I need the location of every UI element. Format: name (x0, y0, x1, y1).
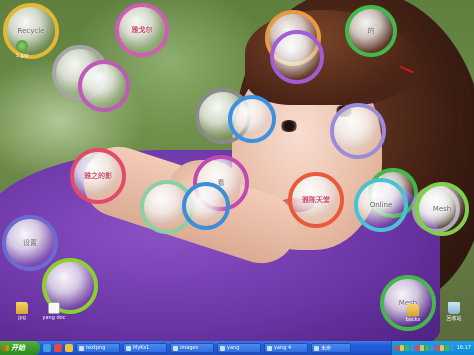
desktop-bubble-icon[interactable] (330, 103, 386, 159)
tray-app-icon[interactable] (419, 345, 424, 351)
taskbar-button[interactable]: yang (217, 343, 261, 353)
taskbar-button-label: yang (227, 345, 240, 351)
desktop-bubble-icon[interactable]: 雅戈尔 (115, 3, 169, 57)
task-list: textpng MyKs1 images yang yang 4 未命 (73, 343, 351, 353)
desktop-bubble-icon[interactable]: Online (354, 178, 408, 232)
taskbar-button[interactable]: textpng (76, 343, 120, 353)
taskbar-button[interactable]: yang 4 (264, 343, 308, 353)
desktop-bubble-icon[interactable] (78, 60, 130, 112)
desktop-shortcut[interactable]: 回收站 (436, 302, 472, 322)
desktop-bubble-icon[interactable] (182, 182, 230, 230)
taskbar-button[interactable]: MyKs1 (123, 343, 167, 353)
taskbar-button-label: images (180, 345, 199, 351)
wallpaper-eye (280, 120, 298, 132)
system-tray: 16:17 (390, 341, 474, 355)
desktop-bubble-icon[interactable]: 雅陈天堂 (288, 172, 344, 228)
desktop-icon[interactable] (65, 344, 73, 352)
taskbar-button-label: MyKs1 (133, 345, 150, 351)
doc-icon (48, 302, 60, 314)
taskbar-button[interactable]: images (170, 343, 214, 353)
desktop-bubble-icon[interactable] (270, 30, 324, 84)
recycle-icon (448, 302, 460, 314)
desktop-bubble-icon[interactable]: 雅之的影 (70, 148, 126, 204)
folder-icon (407, 304, 419, 316)
desktop-shortcut[interactable]: backs (395, 304, 431, 323)
desktop-bubble-icon[interactable]: 的 (345, 5, 397, 57)
tray-app-icon[interactable] (409, 345, 414, 351)
tray-app-icon[interactable] (449, 345, 454, 351)
tray-app-icon[interactable] (424, 345, 429, 351)
tray-app-icon[interactable] (429, 345, 434, 351)
desktop-shortcut-label: backs (405, 317, 421, 323)
desktop-bubble-icon[interactable] (228, 95, 276, 143)
window-icon (126, 345, 131, 351)
desktop-bubble-icon[interactable]: 设置 (2, 215, 58, 271)
taskbar: 开始 textpng MyKs1 images yang yang 4 未命 16:17 (0, 341, 474, 355)
desktop-shortcut[interactable]: yang doc (36, 302, 72, 321)
tray-icons (394, 345, 454, 351)
windows-logo-icon (3, 345, 9, 351)
window-icon (267, 345, 272, 351)
desktop-shortcut-label: 回收站 (446, 316, 462, 322)
desktop-shortcut-label: yang doc (42, 315, 66, 321)
desktop[interactable]: Recycle 雅戈尔的雅之的影看雅陈天堂 Online Mesh 设置 Mesh jpg… (0, 0, 474, 341)
taskbar-button-label: yang 4 (274, 345, 292, 351)
start-button[interactable]: 开始 (0, 341, 40, 355)
clock[interactable]: 16:17 (457, 345, 471, 351)
tray-app-icon[interactable] (404, 345, 409, 351)
start-label: 开始 (11, 344, 25, 352)
desktop-bubble-icon[interactable]: Mesh (415, 182, 469, 236)
media-icon[interactable] (54, 344, 62, 352)
desktop-shortcut-label: 1.jpg (15, 53, 29, 59)
tray-app-icon[interactable] (394, 345, 399, 351)
folder-icon (16, 302, 28, 314)
window-icon (79, 345, 84, 351)
taskbar-button-label: 未命 (321, 345, 332, 352)
desktop-shortcut[interactable]: jpg (4, 302, 40, 321)
desktop-shortcut-label: jpg (18, 315, 26, 321)
quick-launch (40, 344, 73, 352)
taskbar-button[interactable]: 未命 (311, 343, 351, 353)
net-icon (16, 40, 28, 52)
tray-app-icon[interactable] (434, 345, 439, 351)
tray-app-icon[interactable] (399, 345, 404, 351)
tray-app-icon[interactable] (444, 345, 449, 351)
taskbar-button-label: textpng (86, 345, 106, 351)
desktop-shortcut[interactable]: 1.jpg (4, 40, 40, 59)
window-icon (314, 345, 319, 351)
window-icon (220, 345, 225, 351)
tray-app-icon[interactable] (414, 345, 419, 351)
window-icon (173, 345, 178, 351)
tray-app-icon[interactable] (439, 345, 444, 351)
ie-icon[interactable] (43, 344, 51, 352)
